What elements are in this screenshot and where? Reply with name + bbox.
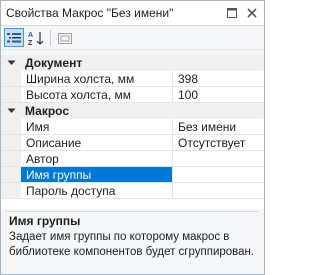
property-row-author[interactable]: Автор [1,151,264,167]
alphabetical-button[interactable]: A Z [26,28,46,47]
sort-az-icon: A Z [28,31,44,46]
property-value[interactable]: Без имени [173,119,264,134]
maximize-button[interactable] [224,5,240,21]
property-pages-icon [58,32,72,44]
maximize-icon [227,8,237,18]
close-icon [247,8,257,18]
description-title: Имя группы [9,214,81,228]
property-pages-button[interactable] [55,28,75,47]
title-bar: Свойства Макрос "Без имени" [1,1,264,26]
property-row-access-password[interactable]: Пароль доступа [1,183,264,199]
category-row-macro[interactable]: Макрос [1,103,264,119]
collapse-chevron-icon[interactable] [1,60,21,66]
property-value[interactable] [173,167,264,182]
property-row-group-name[interactable]: Имя группы [1,167,264,183]
svg-text:Z: Z [28,40,33,46]
description-pane: Имя группы Задает имя группы по которому… [5,211,259,270]
property-row-name[interactable]: Имя Без имени [1,119,264,135]
property-name: Автор [21,151,173,166]
svg-text:A: A [28,32,33,39]
property-name: Ширина холста, мм [21,71,173,86]
category-row-document[interactable]: Документ [1,55,264,71]
property-value[interactable] [173,151,264,166]
categorized-icon [7,32,21,42]
property-value[interactable] [173,183,264,198]
toolbar-separator [50,29,51,46]
collapse-chevron-icon[interactable] [1,108,21,114]
property-value[interactable]: 100 [173,87,264,102]
property-value[interactable]: Отсутствует [173,135,264,150]
window-title: Свойства Макрос "Без имени" [6,6,174,20]
property-row-canvas-height[interactable]: Высота холста, мм 100 [1,87,264,103]
toolbar: A Z [1,26,264,50]
property-name: Имя [21,119,173,134]
close-button[interactable] [244,5,260,21]
property-name: Имя группы [21,167,173,182]
property-name: Описание [21,135,173,150]
property-name: Пароль доступа [21,183,173,198]
property-value[interactable]: 398 [173,71,264,86]
category-label: Документ [25,56,83,70]
categorized-button[interactable] [4,28,24,47]
property-row-description[interactable]: Описание Отсутствует [1,135,264,151]
category-label: Макрос [25,104,69,118]
property-row-canvas-width[interactable]: Ширина холста, мм 398 [1,71,264,87]
property-name: Высота холста, мм [21,87,173,102]
properties-panel: Свойства Макрос "Без имени" A Z Документ… [0,0,265,275]
description-text: Задает имя группы по которому макрос в б… [9,231,255,258]
property-grid: Документ Ширина холста, мм 398 Высота хо… [1,55,264,209]
